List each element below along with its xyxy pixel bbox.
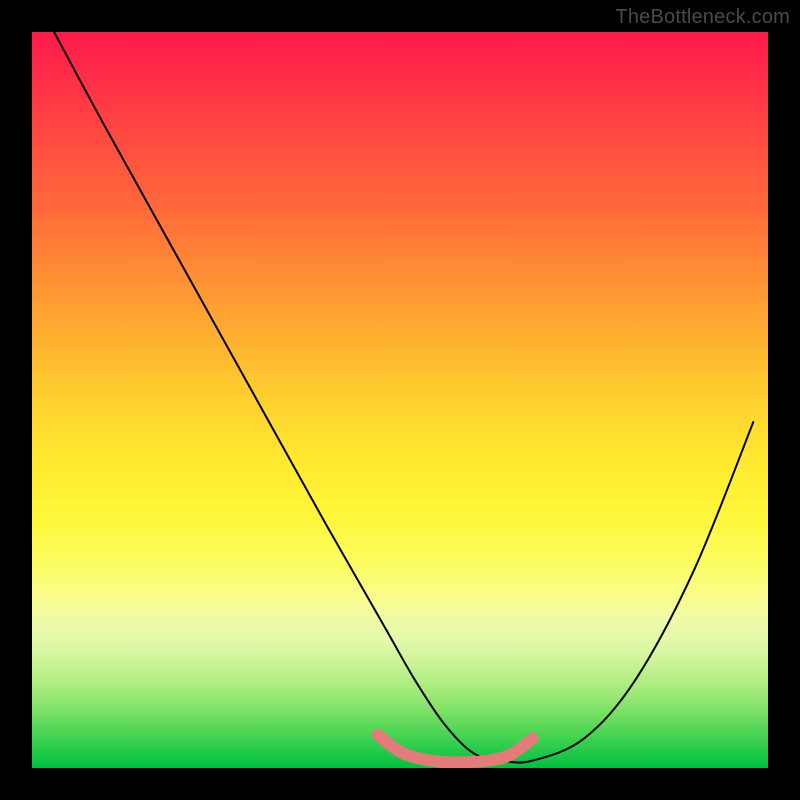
- pink-floor-curve: [378, 735, 533, 763]
- curve-overlay: [32, 32, 768, 768]
- plot-area: [32, 32, 768, 768]
- black-curve: [54, 32, 753, 763]
- chart-frame: TheBottleneck.com: [0, 0, 800, 800]
- watermark-text: TheBottleneck.com: [615, 6, 790, 29]
